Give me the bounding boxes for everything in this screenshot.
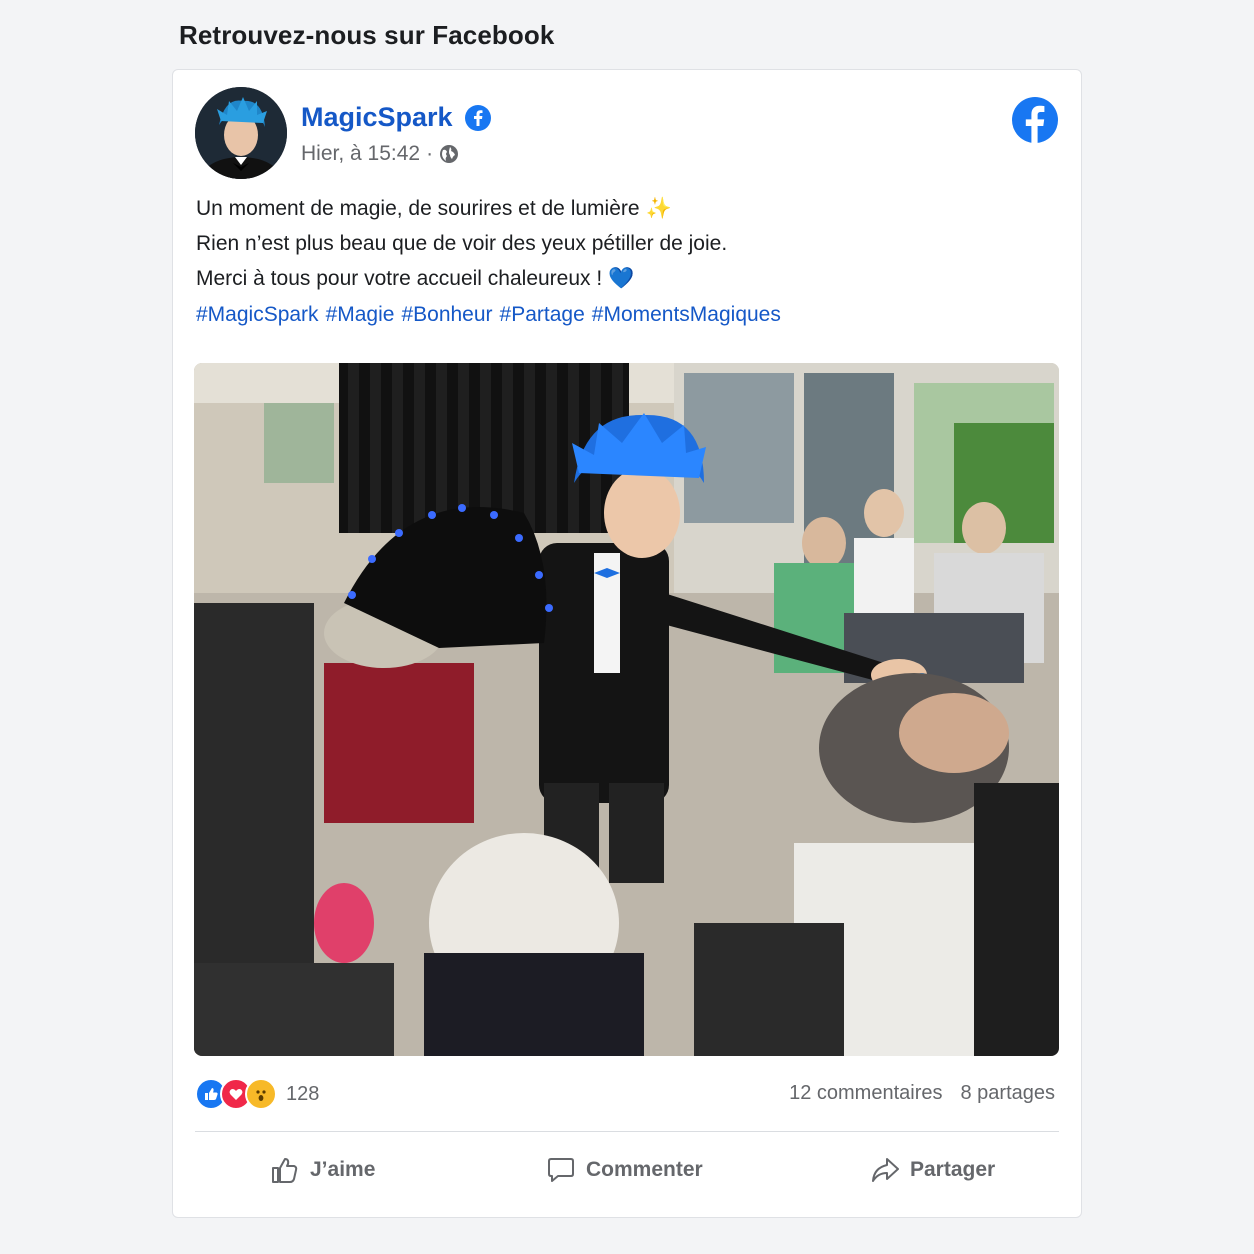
engagement-stats: 12 commentaires 8 partages (789, 1082, 1055, 1105)
share-label: Partager (910, 1158, 996, 1181)
hashtag-link[interactable]: #Partage (500, 303, 585, 327)
post-line-2: Rien n’est plus beau que de voir des yeu… (196, 232, 728, 255)
post-photo[interactable] (194, 363, 1059, 1056)
section-title: Retrouvez-nous sur Facebook (179, 20, 555, 50)
like-label: J’aime (310, 1158, 376, 1181)
comment-button[interactable]: Commenter (546, 1155, 703, 1185)
like-button[interactable]: J’aime (270, 1155, 375, 1185)
post-line-3: Merci à tous pour votre accueil chaleure… (196, 261, 727, 296)
hashtag-link[interactable]: #MagicSpark (196, 303, 319, 327)
facebook-logo-icon[interactable] (1011, 96, 1059, 144)
avatar[interactable] (195, 87, 287, 179)
wow-icon (245, 1078, 277, 1110)
hashtags: #MagicSpark #Magie #Bonheur #Partage #Mo… (196, 303, 781, 327)
blue-heart-emoji: 💙 (608, 267, 635, 290)
shares-count[interactable]: 8 partages (960, 1082, 1055, 1105)
facebook-post-card: MagicSpark Hier, à 15:42 · Un moment de … (172, 69, 1082, 1218)
thumbs-up-icon (272, 1158, 298, 1183)
comment-icon (548, 1158, 574, 1182)
hashtag-link[interactable]: #Bonheur (401, 303, 492, 327)
post-timestamp[interactable]: Hier, à 15:42 (301, 142, 420, 166)
globe-icon (440, 145, 459, 163)
comments-count[interactable]: 12 commentaires (789, 1082, 942, 1105)
hashtag-link[interactable]: #MomentsMagiques (592, 303, 781, 327)
share-icon (872, 1158, 899, 1182)
sparkles-emoji: ✨ (645, 197, 672, 220)
page-name[interactable]: MagicSpark (301, 102, 453, 133)
post-meta: Hier, à 15:42 · (301, 142, 459, 166)
share-button[interactable]: Partager (870, 1155, 995, 1185)
hashtag-link[interactable]: #Magie (326, 303, 395, 327)
reactions-summary[interactable]: 128 (195, 1078, 319, 1110)
comment-label: Commenter (586, 1158, 703, 1181)
reaction-count[interactable]: 128 (286, 1083, 319, 1106)
post-actions: J’aime Commenter Partager (173, 1155, 1081, 1195)
divider (195, 1131, 1059, 1132)
verified-badge-icon (465, 105, 491, 131)
meta-separator: · (426, 142, 434, 165)
post-line-1: Un moment de magie, de sourires et de lu… (196, 191, 727, 226)
post-text: Un moment de magie, de sourires et de lu… (196, 191, 727, 296)
